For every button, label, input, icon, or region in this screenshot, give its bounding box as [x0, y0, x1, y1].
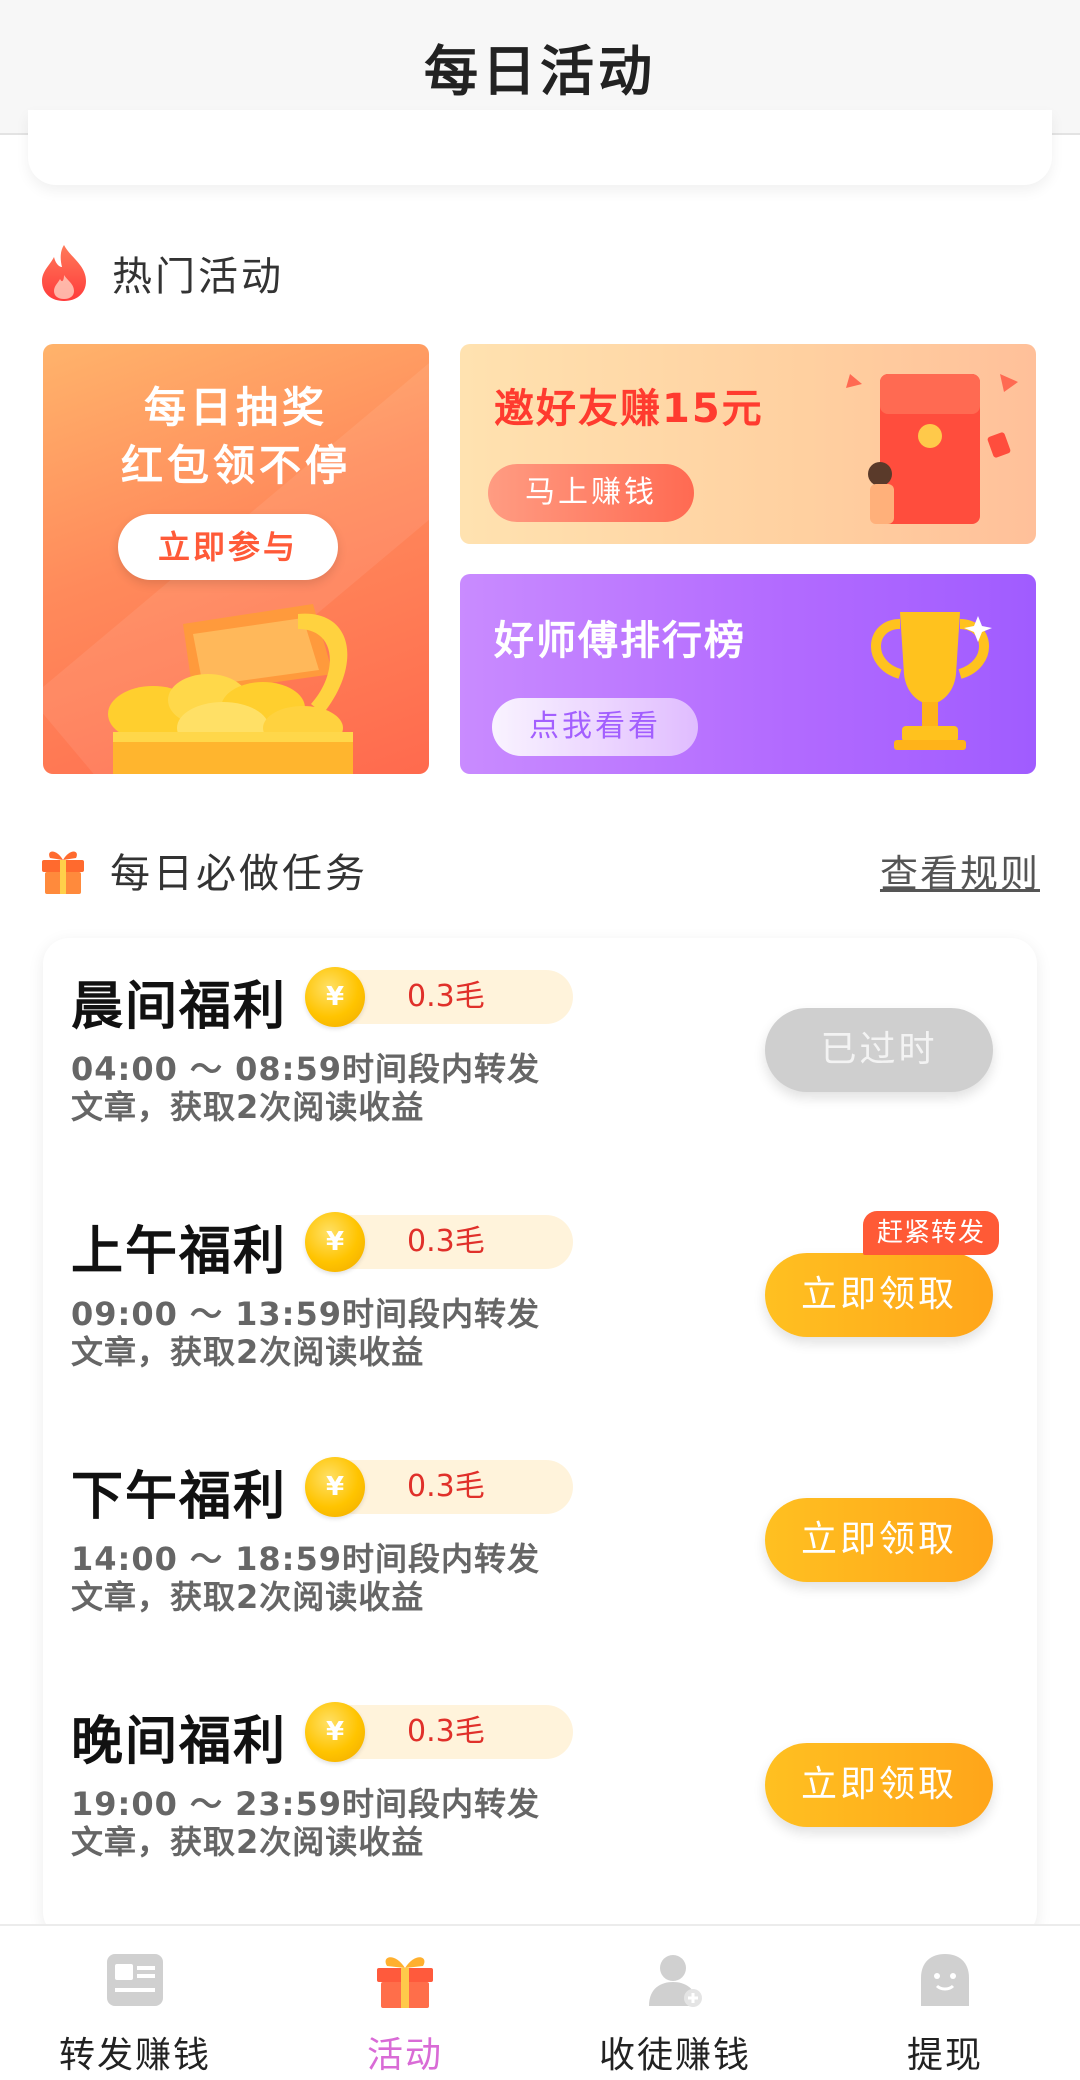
- nav-item-forward-earn[interactable]: 转发赚钱: [0, 1926, 270, 2080]
- view-rules-link[interactable]: 查看规则: [880, 843, 1040, 898]
- claim-now-button[interactable]: 立即领取: [765, 1743, 993, 1827]
- task-row-evening: 晚间福利 ¥ 0.3毛 19:00 ～ 23:59时间段内转发 文章，获取2次阅…: [43, 1673, 1037, 1873]
- view-leaderboard-button[interactable]: 点我看看: [492, 698, 698, 756]
- reward-pill: ¥ 0.3毛: [305, 1702, 573, 1762]
- daily-tasks-card: 晨间福利 ¥ 0.3毛 04:00 ～ 08:59时间段内转发 文章，获取2次阅…: [43, 938, 1037, 1938]
- reward-amount: 0.3毛: [407, 1224, 485, 1259]
- reward-amount: 0.3毛: [407, 1469, 485, 1504]
- task-description: 09:00 ～ 13:59时间段内转发 文章，获取2次阅读收益: [71, 1295, 591, 1371]
- nav-label: 活动: [366, 2035, 443, 2076]
- task-title: 晨间福利: [71, 977, 288, 1037]
- add-user-icon: [649, 1955, 702, 2007]
- hot-activities-title: 热门活动: [112, 254, 284, 300]
- nav-label: 转发赚钱: [58, 2035, 211, 2076]
- article-icon: [107, 1954, 163, 2006]
- task-description-line1: 09:00 ～ 13:59时间段内转发: [71, 1295, 541, 1333]
- hurry-share-badge: 赶紧转发: [863, 1211, 1000, 1255]
- task-row-afternoon: 下午福利 ¥ 0.3毛 14:00 ～ 18:59时间段内转发 文章，获取2次阅…: [43, 1428, 1037, 1628]
- task-description: 19:00 ～ 23:59时间段内转发 文章，获取2次阅读收益: [71, 1785, 591, 1861]
- invite-friends-promo-card[interactable]: 邀好友赚15元 马上赚钱: [460, 344, 1036, 544]
- daily-tasks-header: 每日必做任务 查看规则: [40, 835, 1040, 905]
- reward-amount: 0.3毛: [407, 1714, 485, 1749]
- join-now-button[interactable]: 立即参与: [118, 514, 338, 580]
- trophy-icon: [871, 612, 992, 750]
- task-description-line1: 14:00 ～ 18:59时间段内转发: [71, 1540, 541, 1578]
- nav-item-withdraw[interactable]: 提现: [810, 1926, 1080, 2080]
- task-title: 晚间福利: [71, 1712, 288, 1772]
- nav-item-recruit-earn[interactable]: 收徒赚钱: [540, 1926, 810, 2080]
- nav-item-activities[interactable]: 活动: [270, 1926, 540, 2080]
- claim-now-button[interactable]: 立即领取: [765, 1253, 993, 1337]
- earn-now-button[interactable]: 马上赚钱: [488, 464, 694, 522]
- nav-label: 收徒赚钱: [598, 2035, 751, 2076]
- task-description: 04:00 ～ 08:59时间段内转发 文章，获取2次阅读收益: [71, 1050, 591, 1126]
- task-row-morning: 晨间福利 ¥ 0.3毛 04:00 ～ 08:59时间段内转发 文章，获取2次阅…: [43, 938, 1037, 1138]
- nav-label: 提现: [906, 2035, 983, 2076]
- task-description-line2: 文章，获取2次阅读收益: [71, 1823, 425, 1861]
- invite-promo-title: 邀好友赚15元: [494, 386, 764, 432]
- flame-icon: [42, 245, 86, 301]
- task-description: 14:00 ～ 18:59时间段内转发 文章，获取2次阅读收益: [71, 1540, 591, 1616]
- task-row-forenoon: 上午福利 ¥ 0.3毛 09:00 ～ 13:59时间段内转发 文章，获取2次阅…: [43, 1183, 1037, 1383]
- page-title: 每日活动: [424, 40, 656, 103]
- task-description-line2: 文章，获取2次阅读收益: [71, 1333, 425, 1371]
- promo-lottery-line2: 红包领不停: [120, 441, 351, 490]
- task-description-line2: 文章，获取2次阅读收益: [71, 1088, 425, 1126]
- task-description-line1: 04:00 ～ 08:59时间段内转发: [71, 1050, 541, 1088]
- promo-lottery-line1: 每日抽奖: [143, 383, 328, 432]
- expired-button[interactable]: 已过时: [765, 1008, 993, 1092]
- task-title: 下午福利: [71, 1467, 288, 1527]
- coin-icon: ¥: [305, 1457, 365, 1517]
- ghost-face-icon: [921, 1954, 969, 2006]
- hot-activities-header: 热门活动: [40, 238, 1040, 308]
- claim-now-button[interactable]: 立即领取: [765, 1498, 993, 1582]
- bottom-navigation: 转发赚钱 活动 收徒赚钱 提现: [0, 1924, 1080, 2080]
- reward-amount: 0.3毛: [407, 979, 485, 1014]
- reward-pill: ¥ 0.3毛: [305, 1212, 573, 1272]
- gift-box-icon: [42, 851, 84, 894]
- lottery-promo-card[interactable]: 每日抽奖 红包领不停 立即参与: [43, 344, 429, 774]
- daily-tasks-title: 每日必做任务: [110, 851, 368, 897]
- reward-pill: ¥ 0.3毛: [305, 1457, 573, 1517]
- leaderboard-promo-card[interactable]: 好师傅排行榜 点我看看: [460, 574, 1036, 774]
- coin-icon: ¥: [305, 967, 365, 1027]
- coin-icon: ¥: [305, 1702, 365, 1762]
- reward-pill: ¥ 0.3毛: [305, 967, 573, 1027]
- red-envelope-icon: [846, 374, 1018, 524]
- task-description-line1: 19:00 ～ 23:59时间段内转发: [71, 1785, 541, 1823]
- coin-icon: ¥: [305, 1212, 365, 1272]
- gift-icon: [377, 1957, 433, 2008]
- task-description-line2: 文章，获取2次阅读收益: [71, 1578, 425, 1616]
- task-title: 上午福利: [71, 1222, 288, 1282]
- top-card: [28, 110, 1052, 185]
- leaderboard-promo-title: 好师傅排行榜: [494, 618, 746, 664]
- treasure-chest-icon: [108, 604, 353, 774]
